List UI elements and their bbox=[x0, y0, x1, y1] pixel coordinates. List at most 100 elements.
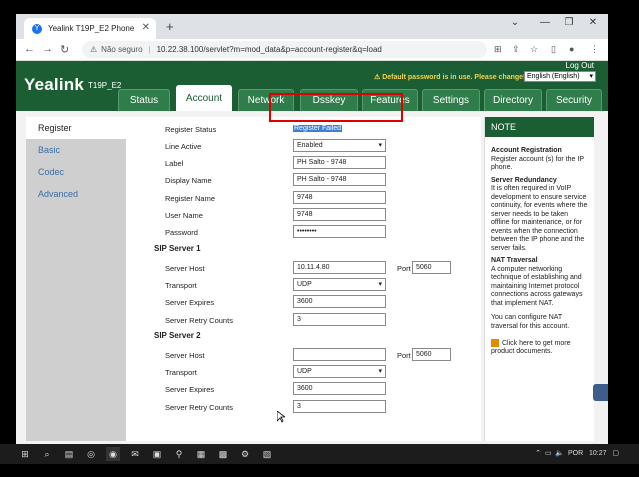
notifications-icon[interactable]: ▢ bbox=[612, 450, 619, 457]
sip2-transport-label: Transport bbox=[165, 368, 197, 377]
url-separator: | bbox=[148, 45, 151, 54]
note-title: NOTE bbox=[485, 117, 594, 137]
menu-icon[interactable]: ⋮ bbox=[590, 44, 599, 55]
sip2-expires-row: Server Expires 3600 bbox=[126, 382, 481, 396]
close-tab-icon[interactable]: ✕ bbox=[142, 22, 150, 33]
sip2-retry-row: Server Retry Counts 3 bbox=[126, 400, 481, 414]
sip1-transport-select[interactable]: UDP ▾ bbox=[293, 278, 386, 291]
chevron-down-icon[interactable]: ⌄ bbox=[500, 17, 530, 28]
menu-item-codec[interactable]: Codec bbox=[26, 161, 126, 183]
note-text-configure: You can configure NAT traversal for this… bbox=[491, 314, 570, 330]
translate-icon[interactable]: ⊞ bbox=[494, 44, 502, 55]
sip1-transport-row: Transport UDP ▾ bbox=[126, 278, 481, 292]
windows-start-icon[interactable]: ⊞ bbox=[18, 447, 32, 461]
forward-icon[interactable]: → bbox=[42, 43, 53, 55]
search-icon[interactable]: ⌕ bbox=[40, 447, 54, 461]
app-icon[interactable]: ⚲ bbox=[172, 447, 186, 461]
tab-directory[interactable]: Directory bbox=[484, 89, 542, 111]
sip2-transport-value: UDP bbox=[297, 368, 312, 375]
line-active-label: Line Active bbox=[165, 142, 202, 151]
file-explorer-icon[interactable]: ▤ bbox=[62, 447, 76, 461]
sip1-port-label: Port bbox=[397, 264, 411, 273]
sip-server-2-title: SIP Server 2 bbox=[154, 331, 201, 340]
default-password-warning: ⚠ Default password is in use. Please cha… bbox=[374, 74, 526, 81]
close-window-icon[interactable]: ✕ bbox=[578, 17, 608, 28]
sip1-expires-label: Server Expires bbox=[165, 298, 215, 307]
url-omnibox[interactable]: ⚠ Não seguro | 10.22.38.100/servlet?m=mo… bbox=[82, 41, 487, 58]
sip2-port-input[interactable]: 5060 bbox=[412, 348, 451, 361]
browser-window: Y Yealink T19P_E2 Phone ✕ + ⌄ — ❐ ✕ ← → … bbox=[16, 14, 608, 444]
chevron-down-icon: ▾ bbox=[378, 142, 382, 149]
user-name-label: User Name bbox=[165, 211, 203, 220]
menu-item-advanced[interactable]: Advanced bbox=[26, 183, 126, 205]
sip1-transport-value: UDP bbox=[297, 281, 312, 288]
sip1-host-row: Server Host 10.11.4.80 Port 5060 bbox=[126, 261, 481, 275]
tab-status[interactable]: Status bbox=[118, 89, 170, 111]
volume-icon[interactable]: 🔈 bbox=[555, 450, 564, 457]
sip2-host-row: Server Host Port 5060 bbox=[126, 348, 481, 362]
documents-link-text: Click here to get more product documents… bbox=[491, 339, 571, 356]
display-name-input[interactable]: PH Salto - 9748 bbox=[293, 173, 386, 186]
app-icon[interactable]: ▣ bbox=[150, 447, 164, 461]
user-name-input[interactable]: 9748 bbox=[293, 208, 386, 221]
new-tab-button[interactable]: + bbox=[166, 19, 174, 34]
tab-security[interactable]: Security bbox=[546, 89, 602, 111]
register-status-value: Register Failed bbox=[293, 125, 343, 132]
register-name-row: Register Name 9748 bbox=[126, 191, 481, 205]
menu-item-register[interactable]: Register bbox=[26, 117, 126, 139]
sip1-expires-input[interactable]: 3600 bbox=[293, 295, 386, 308]
mouse-cursor-icon bbox=[277, 411, 285, 423]
documents-link[interactable]: Click here to get more product documents… bbox=[491, 339, 588, 357]
register-status-label: Register Status bbox=[165, 125, 217, 134]
side-panel-toggle[interactable] bbox=[593, 384, 608, 401]
password-input[interactable]: •••••••• bbox=[293, 225, 386, 238]
note-heading-nat: NAT Traversal bbox=[491, 257, 538, 264]
display-name-row: Display Name PH Salto - 9748 bbox=[126, 173, 481, 187]
register-name-input[interactable]: 9748 bbox=[293, 191, 386, 204]
sidepanel-icon[interactable]: ▯ bbox=[551, 44, 556, 55]
sip2-expires-input[interactable]: 3600 bbox=[293, 382, 386, 395]
browser-tab[interactable]: Y Yealink T19P_E2 Phone ✕ bbox=[24, 18, 156, 39]
line-active-select[interactable]: Enabled ▾ bbox=[293, 139, 386, 152]
phone-model: T19P_E2 bbox=[88, 81, 122, 90]
outlook-icon[interactable]: ✉ bbox=[128, 447, 142, 461]
tab-account[interactable]: Account bbox=[176, 85, 232, 111]
chrome-icon[interactable]: ◉ bbox=[106, 447, 120, 461]
clock-time[interactable]: 10:27 bbox=[589, 450, 607, 457]
tab-settings[interactable]: Settings bbox=[422, 89, 480, 111]
sip1-port-input[interactable]: 5060 bbox=[412, 261, 451, 274]
back-icon[interactable]: ← bbox=[24, 43, 35, 55]
label-row: Label PH Salto - 9748 bbox=[126, 156, 481, 170]
language-select[interactable]: English (English) ▾ bbox=[524, 71, 596, 82]
windows-taskbar: ⊞ ⌕ ▤ ◎ ◉ ✉ ▣ ⚲ ▦ ▩ ⚙ ▧ ⌃ ▭ 🔈 POR 10:27 … bbox=[0, 444, 639, 464]
app-icon[interactable]: ▩ bbox=[216, 447, 230, 461]
logout-link[interactable]: Log Out bbox=[566, 61, 594, 70]
line-active-value: Enabled bbox=[297, 142, 323, 149]
input-language[interactable]: POR bbox=[568, 450, 583, 457]
network-icon[interactable]: ▭ bbox=[545, 450, 552, 457]
tray-chevron-icon[interactable]: ⌃ bbox=[535, 450, 541, 457]
note-text-nat: A computer networking technique of estab… bbox=[491, 265, 583, 307]
sip1-host-input[interactable]: 10.11.4.80 bbox=[293, 261, 386, 274]
address-bar: ← → ↻ ⚠ Não seguro | 10.22.38.100/servle… bbox=[16, 39, 608, 61]
reload-icon[interactable]: ↻ bbox=[60, 43, 69, 56]
settings-icon[interactable]: ⚙ bbox=[238, 447, 252, 461]
sip2-transport-select[interactable]: UDP ▾ bbox=[293, 365, 386, 378]
book-icon bbox=[491, 339, 499, 347]
sip1-transport-label: Transport bbox=[165, 281, 197, 290]
share-icon[interactable]: ⇪ bbox=[512, 44, 520, 55]
profile-icon[interactable]: ● bbox=[569, 44, 574, 54]
bookmark-icon[interactable]: ☆ bbox=[530, 44, 538, 55]
edge-icon[interactable]: ◎ bbox=[84, 447, 98, 461]
note-heading-registration: Account Registration bbox=[491, 147, 562, 154]
sip2-host-input[interactable] bbox=[293, 348, 386, 361]
user-name-row: User Name 9748 bbox=[126, 208, 481, 222]
menu-item-basic[interactable]: Basic bbox=[26, 139, 126, 161]
sip1-retry-input[interactable]: 3 bbox=[293, 313, 386, 326]
app-icon[interactable]: ▦ bbox=[194, 447, 208, 461]
default-password-text: Default password is in use. Please chang… bbox=[382, 74, 526, 81]
label-input[interactable]: PH Salto - 9748 bbox=[293, 156, 386, 169]
sip2-retry-input[interactable]: 3 bbox=[293, 400, 386, 413]
app-icon[interactable]: ▧ bbox=[260, 447, 274, 461]
label-label: Label bbox=[165, 159, 184, 168]
